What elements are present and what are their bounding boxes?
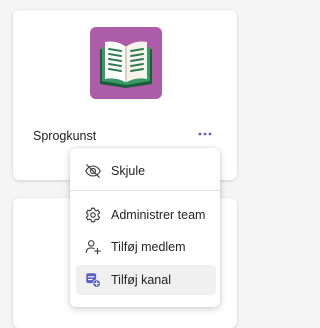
open-book-icon xyxy=(100,41,152,88)
menu-divider xyxy=(70,190,220,191)
menu-item-label: Skjule xyxy=(111,164,146,178)
team-name: Sprogkunst xyxy=(33,129,97,143)
menu-item-hide[interactable]: Skjule xyxy=(76,156,216,186)
team-options-menu: Skjule Administrer team Tilføj medlem Ti… xyxy=(70,148,220,307)
menu-item-label: Tilføj kanal xyxy=(111,273,171,287)
gear-icon xyxy=(83,205,103,225)
team-avatar[interactable] xyxy=(90,27,162,99)
more-options-button[interactable] xyxy=(195,126,215,142)
menu-item-manage-team[interactable]: Administrer team xyxy=(76,200,216,230)
menu-item-add-channel[interactable]: Tilføj kanal xyxy=(76,265,216,295)
add-channel-icon xyxy=(83,270,103,290)
more-horizontal-icon xyxy=(198,132,212,136)
menu-item-label: Tilføj medlem xyxy=(111,240,186,254)
menu-item-label: Administrer team xyxy=(111,208,206,222)
add-person-icon xyxy=(83,237,103,257)
menu-item-add-member[interactable]: Tilføj medlem xyxy=(76,232,216,262)
eye-off-icon xyxy=(83,161,103,181)
